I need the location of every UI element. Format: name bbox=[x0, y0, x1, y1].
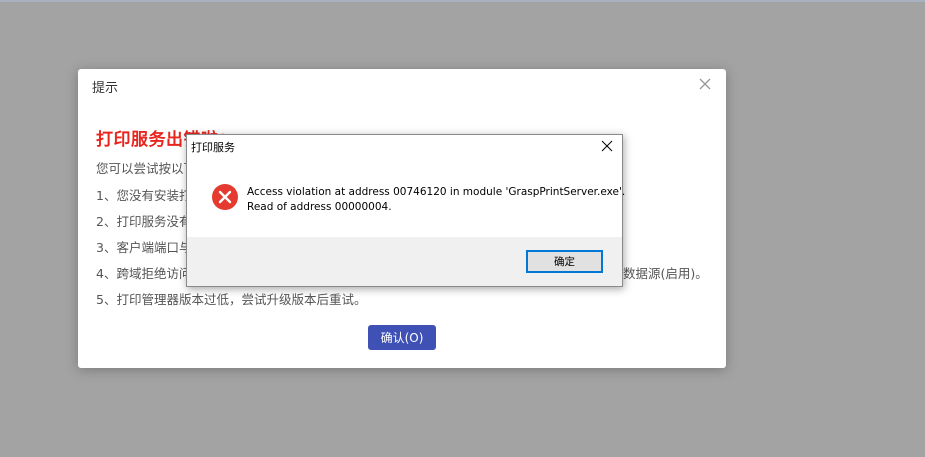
error-message-line-1: Access violation at address 00746120 in … bbox=[247, 186, 626, 198]
message-box-titlebar: 打印服务 bbox=[187, 135, 622, 157]
error-icon bbox=[211, 183, 239, 211]
close-icon[interactable] bbox=[600, 139, 614, 153]
reason-item-3: 3、客户端端口与 bbox=[96, 240, 192, 255]
message-box-title: 打印服务 bbox=[191, 141, 235, 154]
reason-item-4-tail: 数据源(启用)。 bbox=[623, 266, 708, 281]
hint-text: 您可以尝试按以下 bbox=[96, 161, 197, 176]
reason-item-2: 2、打印服务没有 bbox=[96, 214, 192, 229]
ok-button[interactable]: 确定 bbox=[526, 250, 603, 273]
print-service-message-box: 打印服务 Access violation at address 0074612… bbox=[186, 134, 626, 287]
reason-item-4: 4、跨域拒绝访问 bbox=[96, 266, 192, 281]
confirm-button[interactable]: 确认(O) bbox=[368, 325, 436, 350]
error-message-line-2: Read of address 00000004. bbox=[247, 201, 392, 213]
reason-item-5: 5、打印管理器版本过低，尝试升级版本后重试。 bbox=[96, 292, 367, 307]
message-box-body: Access violation at address 00746120 in … bbox=[187, 157, 626, 237]
close-icon[interactable] bbox=[698, 77, 712, 91]
dialog-title: 提示 bbox=[92, 81, 119, 96]
reason-item-1: 1、您没有安装打 bbox=[96, 188, 192, 203]
